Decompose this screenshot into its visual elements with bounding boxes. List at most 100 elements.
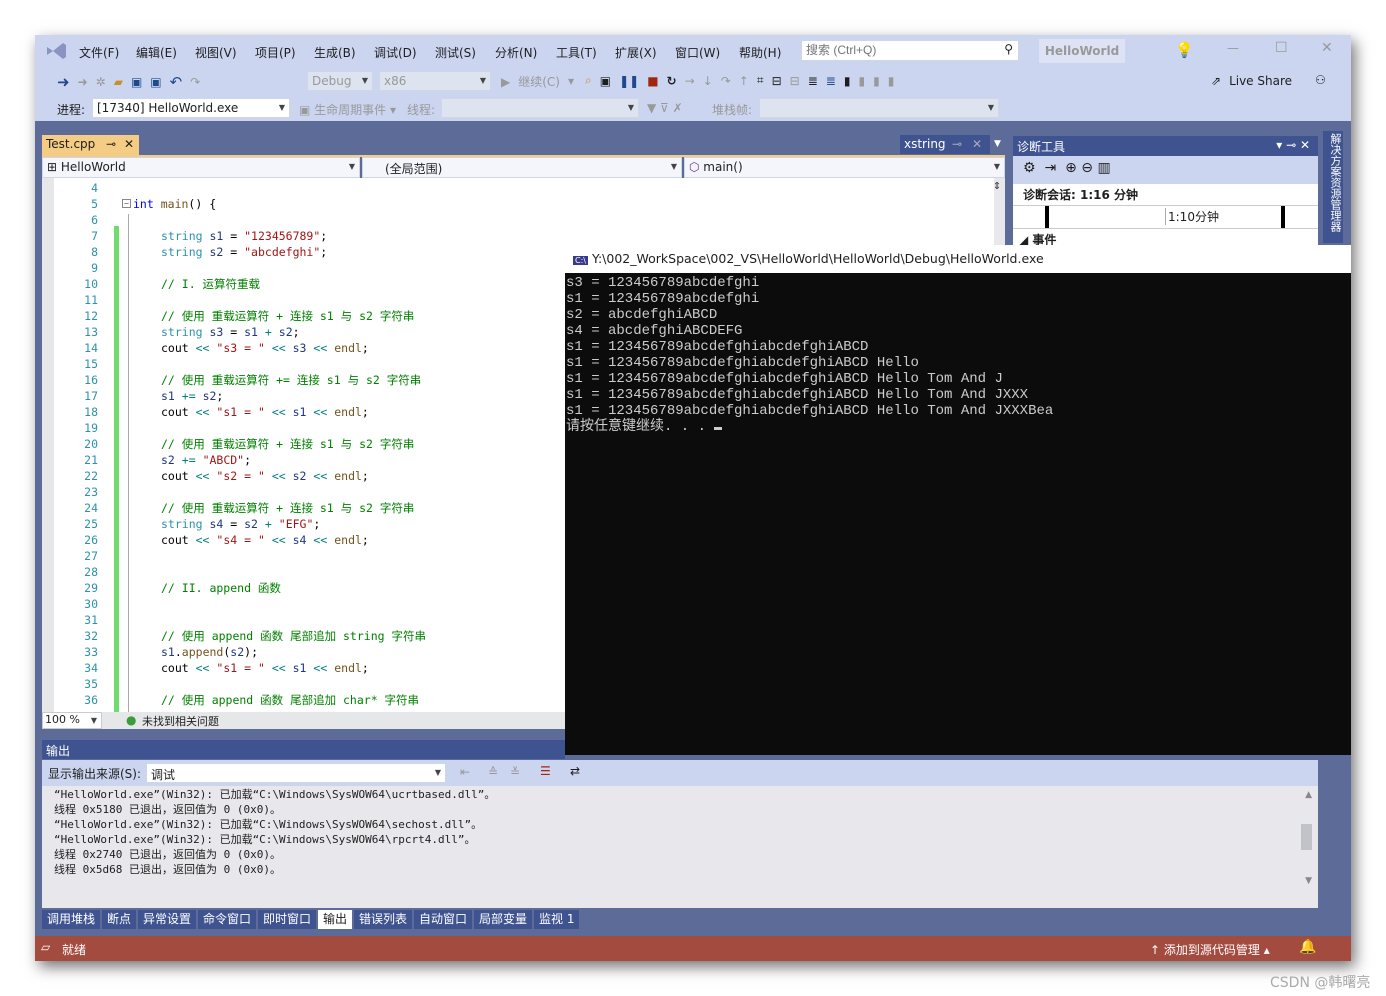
split-icon[interactable]: ⇕: [993, 178, 1001, 193]
menu-item[interactable]: 项目(P): [255, 44, 296, 61]
restart-icon[interactable]: ↻: [667, 74, 677, 88]
show-next-statement-icon[interactable]: →: [685, 74, 695, 88]
tab-output[interactable]: 输出: [318, 910, 353, 929]
maximize-button[interactable]: ☐: [1275, 40, 1288, 56]
feedback-bulb-icon[interactable]: 💡: [1175, 41, 1194, 59]
output-source-dropdown[interactable]: 调试 ▼: [146, 763, 446, 783]
pause-icon[interactable]: ❚❚: [619, 74, 639, 88]
bookmark-icon[interactable]: ▮: [844, 74, 851, 88]
close-icon[interactable]: ✕: [972, 137, 982, 151]
close-icon[interactable]: ✕: [124, 137, 134, 151]
zoom-dropdown[interactable]: 100 % ▼: [42, 712, 102, 729]
live-share-button[interactable]: ⇗ Live Share: [1211, 74, 1292, 88]
menu-item[interactable]: 视图(V): [195, 44, 237, 61]
filter-icon[interactable]: ▼ ⊽ ✗: [647, 101, 683, 115]
undo-icon[interactable]: ↶: [170, 73, 183, 91]
tab-test-cpp[interactable]: Test.cpp ⊸ ✕: [42, 135, 139, 155]
save-all-icon[interactable]: ▣: [150, 75, 161, 89]
console-window[interactable]: C:\ Y:\002_WorkSpace\002_VS\HelloWorld\H…: [565, 245, 1351, 755]
menu-item[interactable]: 窗口(W): [675, 44, 720, 61]
search-input[interactable]: [802, 41, 982, 59]
back-icon[interactable]: ➜: [57, 73, 70, 91]
source-control-button[interactable]: ↑ 添加到源代码管理 ▴: [1150, 941, 1270, 958]
diagnostics-icon[interactable]: ▣: [600, 74, 611, 88]
prev-bookmark-icon[interactable]: ▮: [858, 74, 865, 88]
step-out-icon[interactable]: ↑: [739, 74, 749, 88]
tab-xstring[interactable]: xstring ⊸ ✕: [900, 135, 990, 154]
word-wrap-icon[interactable]: ⇄: [570, 764, 580, 778]
find-icon[interactable]: ⌕: [585, 73, 592, 88]
menu-item[interactable]: 生成(B): [314, 44, 356, 61]
thread-dropdown[interactable]: ▼: [441, 98, 639, 118]
tab-tool-window[interactable]: 自动窗口: [414, 910, 473, 929]
menu-item[interactable]: 帮助(H): [739, 44, 781, 61]
tab-list-dropdown-icon[interactable]: ▼: [994, 139, 1001, 149]
tab-tool-window[interactable]: 错误列表: [354, 910, 413, 929]
menu-item[interactable]: 分析(N): [495, 44, 537, 61]
export-icon[interactable]: ⇥: [1044, 160, 1056, 176]
scrollbar-thumb[interactable]: [1301, 824, 1312, 850]
save-icon[interactable]: ▣: [131, 75, 142, 89]
menu-item[interactable]: 编辑(E): [136, 44, 177, 61]
collapse-icon[interactable]: −: [122, 199, 131, 208]
thread-icon[interactable]: ⊟: [772, 74, 782, 88]
next-bookmark-icon[interactable]: ▮: [873, 74, 880, 88]
redo-icon[interactable]: ↷: [190, 75, 200, 89]
continue-button[interactable]: ▶ 继续(C) ▼: [501, 73, 574, 90]
scroll-down-icon[interactable]: ▼: [1305, 876, 1312, 886]
scope-dropdown[interactable]: (全局范围) ▼: [362, 157, 682, 178]
gear-icon[interactable]: ⚙: [1023, 160, 1036, 176]
step-into-icon[interactable]: ↓: [703, 74, 713, 88]
account-icon[interactable]: ⚇: [1315, 73, 1326, 87]
menu-item[interactable]: 调试(D): [374, 44, 417, 61]
indent-icon[interactable]: ≣: [808, 74, 818, 88]
member-dropdown[interactable]: ⬡ main() ▼: [684, 157, 1005, 178]
zoom-out-icon[interactable]: ⊖: [1081, 160, 1093, 176]
tab-tool-window[interactable]: 监视 1: [534, 910, 580, 929]
process-dropdown[interactable]: [17340] HelloWorld.exe ▼: [92, 98, 290, 118]
stop-icon[interactable]: ■: [647, 74, 658, 88]
forward-icon[interactable]: ➜: [78, 75, 88, 89]
search-box[interactable]: ⚲: [801, 40, 1019, 61]
tab-tool-window[interactable]: 即时窗口: [258, 910, 317, 929]
solution-explorer-tab[interactable]: 解决方案资源管理器: [1323, 131, 1343, 243]
hex-display-icon[interactable]: ⌗: [757, 73, 764, 88]
issues-status[interactable]: 未找到相关问题: [142, 713, 219, 729]
close-button[interactable]: ✕: [1321, 40, 1333, 56]
zoom-in-icon[interactable]: ⊕: [1065, 160, 1077, 176]
tab-tool-window[interactable]: 命令窗口: [198, 910, 257, 929]
pin-icon[interactable]: ⊸: [952, 137, 962, 151]
menu-item[interactable]: 扩展(X): [615, 44, 657, 61]
menu-item[interactable]: 工具(T): [556, 44, 597, 61]
project-dropdown[interactable]: ⊞ HelloWorld ▼: [42, 157, 360, 178]
minimize-button[interactable]: —: [1227, 41, 1239, 55]
clear-bookmark-icon[interactable]: ▮: [888, 74, 895, 88]
tab-tool-window[interactable]: 调用堆栈: [42, 910, 101, 929]
new-project-icon[interactable]: ✲: [96, 75, 106, 89]
output-content[interactable]: “HelloWorld.exe”(Win32): 已加载“C:\Windows\…: [42, 786, 1318, 908]
scroll-up-icon[interactable]: ▲: [1305, 790, 1312, 800]
find-message-icon[interactable]: ⇤: [460, 765, 470, 779]
menu-item[interactable]: 测试(S): [435, 44, 476, 61]
stack-frame-dropdown[interactable]: ▼: [759, 98, 999, 118]
chart-icon[interactable]: ▥: [1097, 160, 1110, 176]
menu-item[interactable]: 文件(F): [79, 44, 119, 61]
notification-bell-icon[interactable]: 🔔: [1299, 939, 1316, 955]
next-message-icon[interactable]: ≚: [510, 765, 520, 779]
comment-icon[interactable]: ≣: [826, 74, 836, 88]
prev-message-icon[interactable]: ≙: [488, 765, 498, 779]
open-file-icon[interactable]: ▰: [114, 75, 123, 89]
platform-dropdown[interactable]: x86 ▼: [379, 71, 491, 91]
columns-icon[interactable]: ⊟: [790, 74, 800, 88]
configuration-dropdown[interactable]: Debug ▼: [307, 71, 373, 91]
tab-tool-window[interactable]: 局部变量: [474, 910, 533, 929]
clear-all-icon[interactable]: ☰: [540, 764, 551, 778]
events-section[interactable]: ◢ 事件: [1013, 229, 1318, 245]
tab-tool-window[interactable]: 断点: [102, 910, 137, 929]
lifecycle-events-button[interactable]: ▣ 生命周期事件 ▾: [299, 101, 396, 118]
step-over-icon[interactable]: ↷: [721, 74, 731, 88]
tab-tool-window[interactable]: 异常设置: [138, 910, 197, 929]
panel-controls[interactable]: ▾ ⊸ ✕: [1276, 138, 1310, 152]
pin-icon[interactable]: ⊸: [106, 137, 116, 151]
timeline[interactable]: 1:10分钟: [1013, 205, 1318, 229]
